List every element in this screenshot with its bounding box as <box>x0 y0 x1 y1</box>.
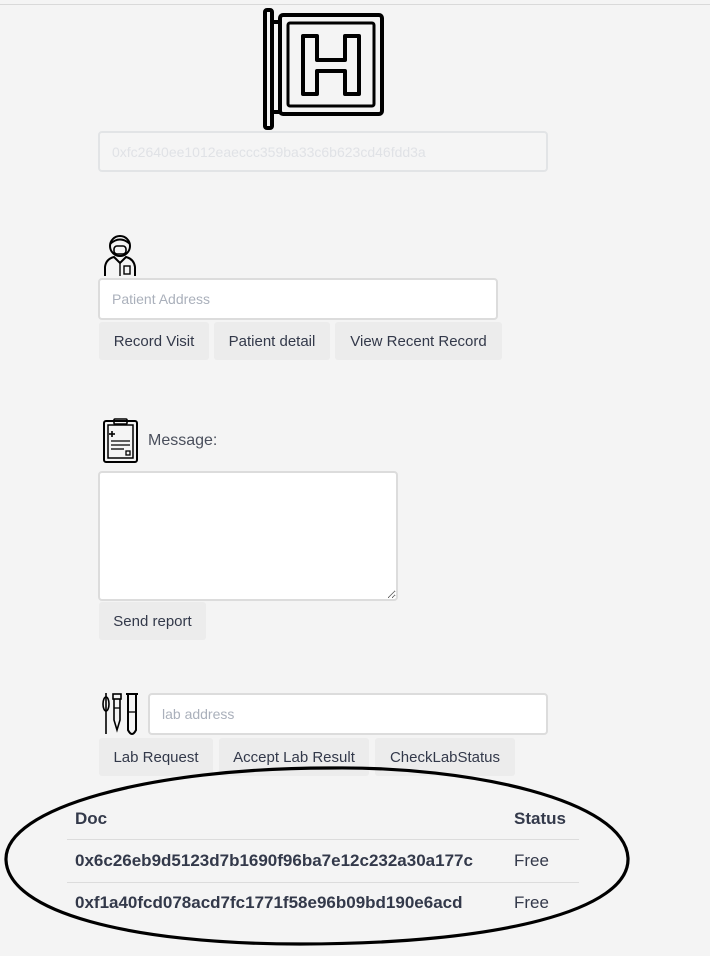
account-address-field[interactable] <box>98 131 548 172</box>
hospital-sign-icon <box>263 8 384 130</box>
table-divider <box>67 839 579 840</box>
doc-column-header: Doc <box>75 809 108 828</box>
table-divider <box>67 882 579 883</box>
table-row-doc: 0xf1a40fcd078acd7fc1771f58e96b09bd190e6a… <box>75 893 463 912</box>
patient-address-input[interactable] <box>98 278 498 320</box>
top-border <box>0 4 710 5</box>
record-visit-button[interactable]: Record Visit <box>99 322 209 360</box>
table-row-doc: 0x6c26eb9d5123d7b1690f96ba7e12c232a30a17… <box>75 851 473 870</box>
status-column-header: Status <box>514 809 566 828</box>
check-lab-status-button[interactable]: CheckLabStatus <box>375 738 515 776</box>
accept-lab-result-button[interactable]: Accept Lab Result <box>219 738 369 776</box>
lab-request-button[interactable]: Lab Request <box>99 738 213 776</box>
clipboard-icon <box>103 418 138 463</box>
doctor-icon <box>104 235 136 276</box>
lab-tools-icon <box>102 693 138 735</box>
message-label: Message: <box>148 432 218 449</box>
view-recent-record-button[interactable]: View Recent Record <box>335 322 502 360</box>
send-report-button[interactable]: Send report <box>99 602 206 640</box>
patient-detail-button[interactable]: Patient detail <box>214 322 330 360</box>
table-row-status: Free <box>514 851 549 870</box>
lab-address-input[interactable] <box>148 693 548 735</box>
table-row-status: Free <box>514 893 549 912</box>
message-textarea[interactable] <box>98 471 398 601</box>
